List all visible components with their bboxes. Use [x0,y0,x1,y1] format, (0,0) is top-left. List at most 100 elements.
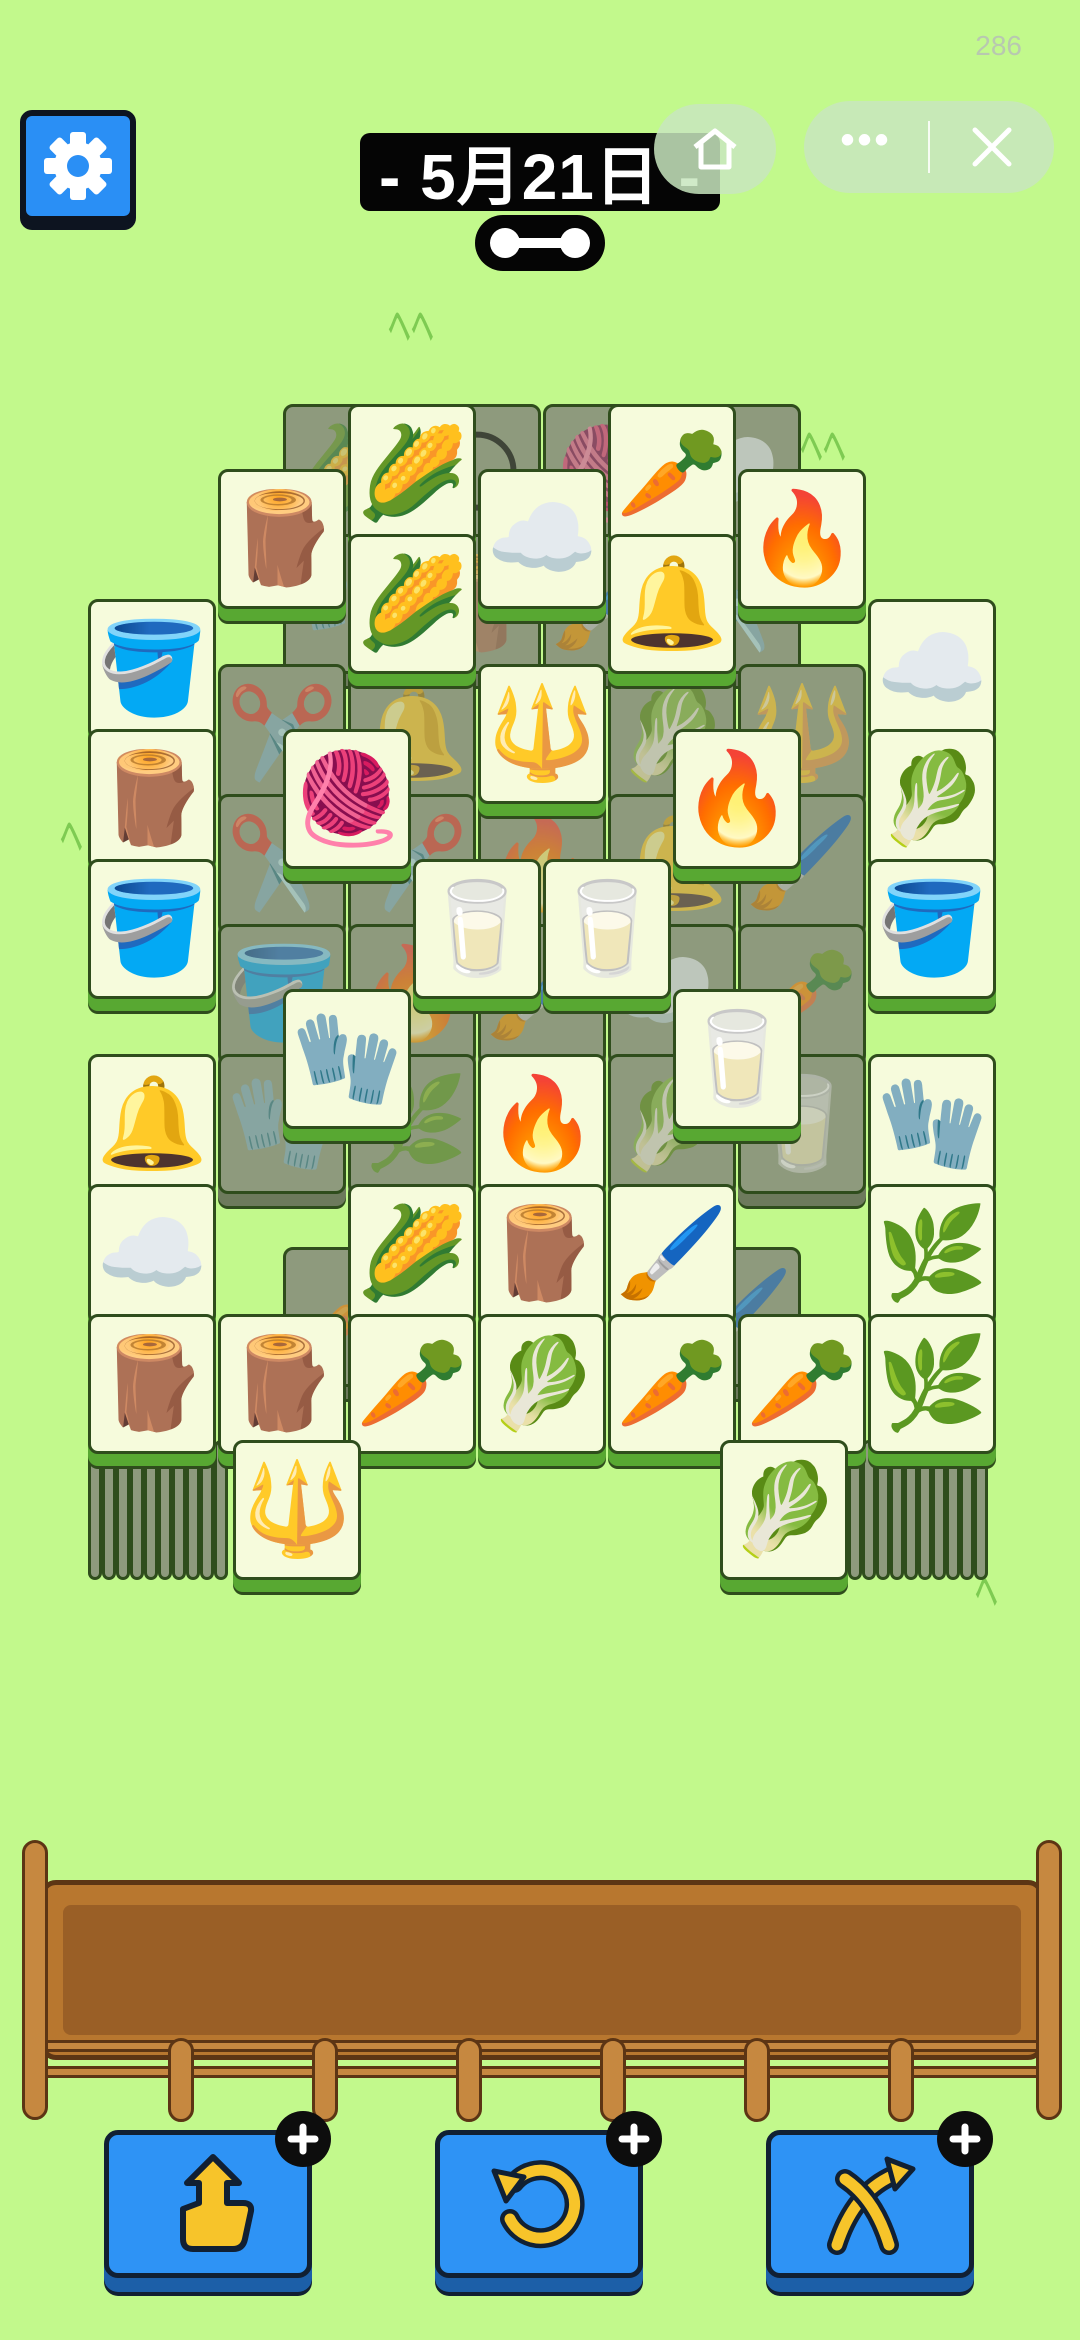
tile-carrot[interactable]: 🥕 [608,1314,736,1454]
tile-carrot[interactable]: 🥕 [348,1314,476,1454]
yarn-icon: 🧶 [290,749,404,849]
glove-icon: 🧤 [290,1009,404,1109]
tile-stack-right [932,1440,946,1580]
tile-yarn[interactable]: 🧶 [283,729,411,869]
tile-stack-right [960,1440,974,1580]
tile-bucket[interactable]: 🪣 [88,859,216,999]
bell-icon: 🔔 [615,554,729,654]
tile-carrot[interactable]: 🥕 [608,404,736,544]
tile-stack-right [876,1440,890,1580]
tile-stack-left [144,1440,158,1580]
tile-corn[interactable]: 🌽 [348,534,476,674]
tile-cabbage[interactable]: 🥬 [720,1440,848,1580]
grass-icon: 🌿 [875,1204,989,1304]
bell-icon: 🔔 [95,1074,209,1174]
fence-post [168,2038,194,2122]
carrot-icon: 🥕 [355,1334,469,1434]
milk-icon: 🥛 [680,1009,794,1109]
tile-stack-left [214,1440,228,1580]
tile-stump[interactable]: 🪵 [88,729,216,869]
tile-cabbage[interactable]: 🥬 [478,1314,606,1454]
pitchfork-icon: 🔱 [240,1460,354,1560]
tile-bucket[interactable]: 🪣 [868,859,996,999]
undo-button[interactable] [435,2111,662,2278]
tile-corn[interactable]: 🌽 [348,1184,476,1324]
campfire-icon: 🔥 [680,749,794,849]
tile-glove[interactable]: 🧤 [283,989,411,1129]
plus-icon [949,2123,981,2155]
tile-pitchfork[interactable]: 🔱 [478,664,606,804]
remove-tiles-button[interactable] [104,2111,331,2278]
tile-corn[interactable]: 🌽 [348,404,476,544]
cotton-icon: ☁️ [95,1204,209,1304]
add-booster-badge[interactable] [937,2111,993,2167]
fence-post [888,2038,914,2122]
plus-icon [287,2123,319,2155]
tile-glove[interactable]: 🧤 [868,1054,996,1194]
fence-post [456,2038,482,2122]
tile-stack-left [200,1440,214,1580]
cabbage-icon: 🥬 [727,1460,841,1560]
bucket-icon: 🪣 [95,879,209,979]
pitchfork-icon: 🔱 [485,684,599,784]
tile-milk[interactable]: 🥛 [673,989,801,1129]
tile-slot-tray [22,1840,1062,2130]
carrot-icon: 🥕 [745,1334,859,1434]
corn-icon: 🌽 [355,1204,469,1304]
tile-grass[interactable]: 🌿 [868,1314,996,1454]
grass-icon: 🌿 [875,1334,989,1434]
tile-campfire[interactable]: 🔥 [478,1054,606,1194]
fence-post [312,2038,338,2122]
plus-icon [618,2123,650,2155]
tile-stack-right [946,1440,960,1580]
tile-stump[interactable]: 🪵 [88,1314,216,1454]
tile-stack-left [172,1440,186,1580]
tile-stump[interactable]: 🪵 [218,1314,346,1454]
carrot-icon: 🥕 [615,1334,729,1434]
tile-bell[interactable]: 🔔 [608,534,736,674]
stump-icon: 🪵 [95,749,209,849]
tile-campfire[interactable]: 🔥 [738,469,866,609]
tile-campfire[interactable]: 🔥 [673,729,801,869]
fence-post [744,2038,770,2122]
tile-stack-right [974,1440,988,1580]
slot-box [40,1880,1044,2060]
bucket-icon: 🪣 [875,879,989,979]
stump-icon: 🪵 [225,489,339,589]
tile-stack-left [130,1440,144,1580]
undo-icon [491,2160,585,2249]
tile-stack-left [88,1440,102,1580]
tile-brush[interactable]: 🖌️ [608,1184,736,1324]
add-booster-badge[interactable] [275,2111,331,2167]
tile-cotton[interactable]: ☁️ [478,469,606,609]
stump-icon: 🪵 [95,1334,209,1434]
fence-post [600,2038,626,2122]
shuffle-icon [827,2156,916,2255]
add-booster-badge[interactable] [606,2111,662,2167]
tile-milk[interactable]: 🥛 [543,859,671,999]
tile-stack-right [862,1440,876,1580]
cabbage-icon: 🥬 [485,1334,599,1434]
tile-cotton[interactable]: ☁️ [88,1184,216,1324]
tile-cabbage[interactable]: 🥬 [868,729,996,869]
tile-stump[interactable]: 🪵 [218,469,346,609]
tile-stump[interactable]: 🪵 [478,1184,606,1324]
tile-bell[interactable]: 🔔 [88,1054,216,1194]
tile-cotton[interactable]: ☁️ [868,599,996,739]
tile-stack-right [904,1440,918,1580]
corn-icon: 🌽 [355,424,469,524]
slot-inner [63,1905,1021,2035]
tile-grass[interactable]: 🌿 [868,1184,996,1324]
campfire-icon: 🔥 [485,1074,599,1174]
tile-pitchfork[interactable]: 🔱 [233,1440,361,1580]
glove-icon: 🧤 [875,1074,989,1174]
corn-icon: 🌽 [355,554,469,654]
shuffle-button[interactable] [766,2111,993,2278]
tile-stack-right [848,1440,862,1580]
tile-board: 🌽 🌕 🧶 ☁️ 🧤 🪵 🖌️ ✂️ ✂️ 🔔 🥬 🔱 ✂️ ✂️ 🔥 🔔 🖌️… [0,0,1080,1600]
tile-carrot[interactable]: 🥕 [738,1314,866,1454]
tile-bucket[interactable]: 🪣 [88,599,216,739]
fence-post [22,1840,48,2120]
tile-milk[interactable]: 🥛 [413,859,541,999]
tile-stack-left [186,1440,200,1580]
